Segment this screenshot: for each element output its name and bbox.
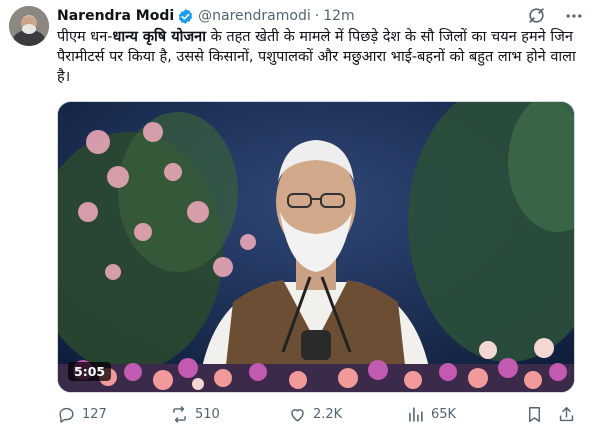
video-thumbnail: [58, 102, 574, 392]
reply-count: 127: [82, 406, 107, 422]
author-handle[interactable]: @narendramodi: [198, 8, 311, 24]
verified-badge-icon: [177, 8, 194, 25]
video-duration: 5:05: [68, 362, 112, 381]
action-bar: 127 510 2.2K 65K: [57, 400, 577, 428]
reply-button[interactable]: 127: [57, 400, 107, 428]
like-icon: [291, 408, 304, 422]
tweet-text-start: पीएम धन-: [57, 29, 113, 45]
bookmark-icon: [529, 406, 540, 422]
timestamp[interactable]: 12m: [323, 8, 354, 24]
bookmark-button[interactable]: [525, 400, 550, 428]
more-icon[interactable]: [564, 6, 584, 26]
repost-count: 510: [195, 406, 220, 422]
views-icon: [409, 406, 423, 422]
grok-icon[interactable]: [527, 6, 546, 25]
video-player[interactable]: 5:05: [57, 101, 575, 393]
share-icon: [559, 406, 574, 421]
repost-icon: [173, 405, 186, 423]
tweet-text-bold: धान्य कृषि योजना: [112, 29, 206, 45]
views-count: 65K: [431, 406, 457, 422]
tweet[interactable]: Narendra Modi @narendramodi · 12m पीएम ध…: [0, 0, 603, 431]
author-name[interactable]: Narendra Modi: [57, 8, 174, 24]
like-button[interactable]: 2.2K: [288, 400, 342, 428]
tweet-text: पीएम धन-धान्य कृषि योजना के तहत खेती के …: [57, 27, 587, 87]
separator-dot: ·: [314, 8, 320, 24]
tweet-header: Narendra Modi @narendramodi · 12m: [57, 5, 355, 27]
like-count: 2.2K: [313, 406, 343, 422]
views-button[interactable]: 65K: [406, 400, 456, 428]
repost-button[interactable]: 510: [170, 400, 220, 428]
reply-icon: [59, 407, 74, 423]
avatar[interactable]: [9, 6, 49, 46]
share-button[interactable]: [557, 400, 582, 428]
